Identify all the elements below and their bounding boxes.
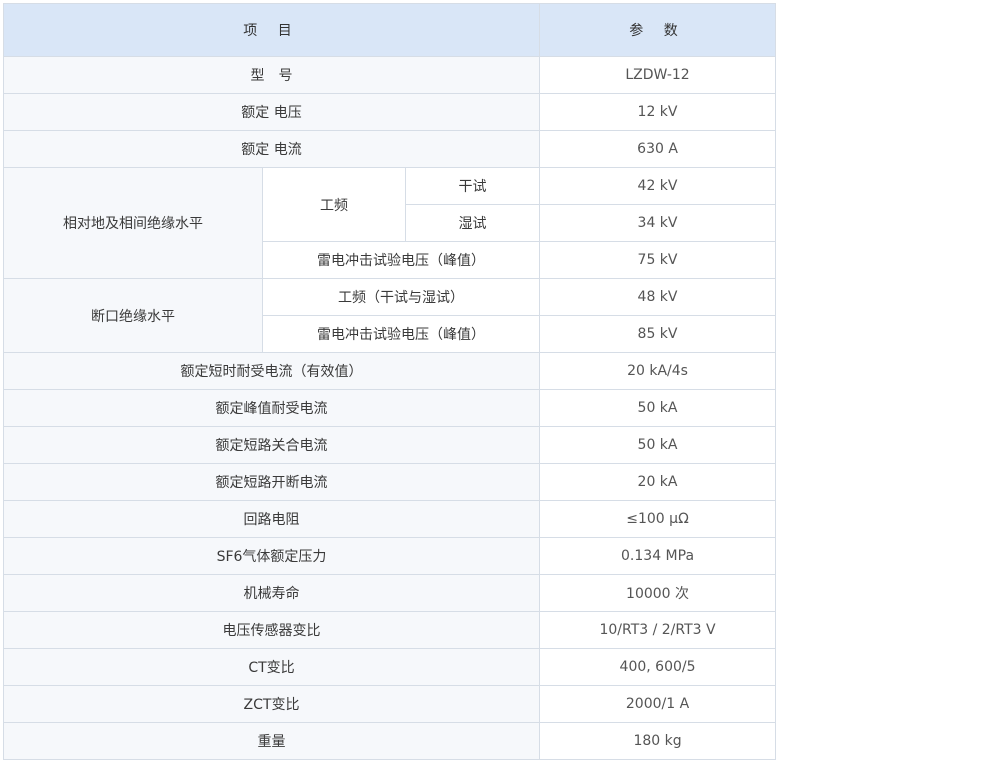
row-label: 机械寿命 bbox=[2, 574, 541, 612]
row-value: ≤100 μΩ bbox=[539, 500, 777, 538]
row-label: 额定短路开断电流 bbox=[2, 463, 541, 501]
group-label-break-insulation: 断口绝缘水平 bbox=[3, 278, 263, 353]
sub-label-lightning: 雷电冲击试验电压（峰值） bbox=[261, 315, 541, 353]
row-value: 20 kA bbox=[539, 463, 777, 501]
row-label: 额定 电压 bbox=[2, 93, 541, 131]
table-row: 额定 电压 12 kV bbox=[2, 93, 777, 131]
table-row: 型 号 LZDW-12 bbox=[2, 56, 777, 94]
table-row: 断口绝缘水平 工频（干试与湿试） 48 kV bbox=[3, 278, 777, 353]
row-value: 2000/1 A bbox=[539, 685, 777, 723]
row-label: 额定短时耐受电流（有效值） bbox=[2, 352, 541, 390]
table-row: 额定短路关合电流 50 kA bbox=[2, 426, 777, 464]
table-header-row: 项 目 参 数 bbox=[2, 3, 777, 57]
row-value: 85 kV bbox=[539, 315, 777, 353]
sub-label-dry: 干试 bbox=[404, 167, 541, 205]
row-label: 额定峰值耐受电流 bbox=[2, 389, 541, 427]
row-value: 10000 次 bbox=[539, 574, 777, 612]
row-value: LZDW-12 bbox=[539, 56, 777, 94]
row-value: 180 kg bbox=[539, 722, 777, 760]
table-row: ZCT变比 2000/1 A bbox=[2, 685, 777, 723]
table-row: 电压传感器变比 10/RT3 / 2/RT3 V bbox=[2, 611, 777, 649]
row-value: 48 kV bbox=[539, 278, 777, 316]
sub-label-power-freq: 工频 bbox=[262, 167, 406, 242]
table-row: CT变比 400, 600/5 bbox=[2, 648, 777, 686]
sub-label-lightning: 雷电冲击试验电压（峰值） bbox=[261, 241, 541, 279]
table-row: 额定短路开断电流 20 kA bbox=[2, 463, 777, 501]
row-value: 20 kA/4s bbox=[539, 352, 777, 390]
sub-label-power-freq: 工频（干试与湿试） bbox=[261, 278, 541, 316]
spec-table: 项 目 参 数 型 号 LZDW-12 额定 电压 12 kV 额定 电流 63… bbox=[2, 3, 777, 760]
table-row: SF6气体额定压力 0.134 MPa bbox=[2, 537, 777, 575]
table-row: 额定短时耐受电流（有效值） 20 kA/4s bbox=[2, 352, 777, 390]
table-row: 机械寿命 10000 次 bbox=[2, 574, 777, 612]
row-value: 50 kA bbox=[539, 426, 777, 464]
row-value: 50 kA bbox=[539, 389, 777, 427]
header-param: 参 数 bbox=[539, 3, 777, 57]
row-value: 34 kV bbox=[539, 204, 777, 242]
row-label: 重量 bbox=[2, 722, 541, 760]
row-value: 400, 600/5 bbox=[539, 648, 777, 686]
row-label: 型 号 bbox=[2, 56, 541, 94]
row-value: 10/RT3 / 2/RT3 V bbox=[539, 611, 777, 649]
table-row: 额定 电流 630 A bbox=[2, 130, 777, 168]
row-value: 42 kV bbox=[539, 167, 777, 205]
table-row: 额定峰值耐受电流 50 kA bbox=[2, 389, 777, 427]
row-label: CT变比 bbox=[2, 648, 541, 686]
table-row: 回路电阻 ≤100 μΩ bbox=[2, 500, 777, 538]
group-label-phase-insulation: 相对地及相间绝缘水平 bbox=[3, 167, 263, 279]
row-label: 额定 电流 bbox=[2, 130, 541, 168]
header-item: 项 目 bbox=[2, 3, 541, 57]
row-label: 电压传感器变比 bbox=[2, 611, 541, 649]
row-label: 额定短路关合电流 bbox=[2, 426, 541, 464]
row-value: 0.134 MPa bbox=[539, 537, 777, 575]
row-value: 12 kV bbox=[539, 93, 777, 131]
row-label: ZCT变比 bbox=[2, 685, 541, 723]
table-row: 重量 180 kg bbox=[2, 722, 777, 760]
row-label: SF6气体额定压力 bbox=[2, 537, 541, 575]
row-label: 回路电阻 bbox=[2, 500, 541, 538]
row-value: 75 kV bbox=[539, 241, 777, 279]
table-row: 相对地及相间绝缘水平 工频 干试 42 kV bbox=[3, 167, 777, 279]
sub-label-wet: 湿试 bbox=[404, 204, 541, 242]
row-value: 630 A bbox=[539, 130, 777, 168]
